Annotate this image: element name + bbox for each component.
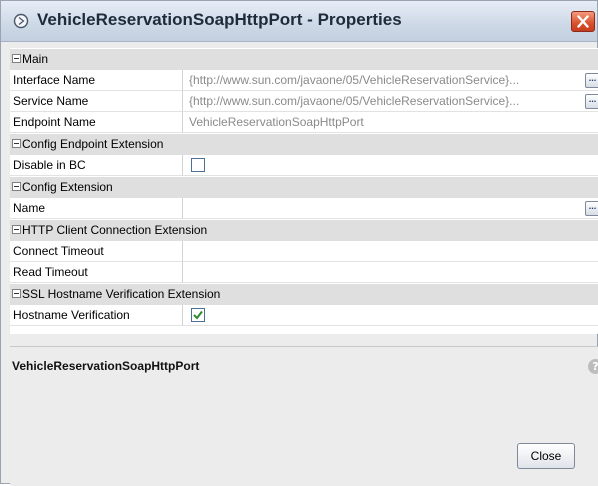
- ellipsis-button[interactable]: ...: [585, 73, 598, 88]
- category-http-client-connection-extension[interactable]: HTTP Client Connection Extension: [10, 220, 598, 241]
- help-glyph: ?: [588, 360, 598, 373]
- property-value: [183, 305, 598, 326]
- properties-dialog: VehicleReservationSoapHttpPort - Propert…: [0, 0, 598, 486]
- property-row-hostname-verification[interactable]: Hostname Verification: [10, 305, 598, 326]
- property-row-disable-in-bc[interactable]: Disable in BC: [10, 155, 598, 176]
- category-label: Config Extension: [22, 180, 113, 194]
- hostname-verification-checkbox[interactable]: [191, 308, 205, 322]
- category-label: HTTP Client Connection Extension: [22, 223, 208, 237]
- collapse-icon[interactable]: [12, 225, 21, 234]
- property-value[interactable]: VehicleReservationSoapHttpPort: [183, 112, 598, 133]
- title-bar[interactable]: VehicleReservationSoapHttpPort - Propert…: [1, 1, 597, 42]
- category-label: SSL Hostname Verification Extension: [22, 287, 221, 301]
- collapse-icon[interactable]: [12, 289, 21, 298]
- property-name: Hostname Verification: [10, 305, 183, 326]
- property-row-name[interactable]: Name ...: [10, 198, 598, 219]
- property-row-interface-name[interactable]: Interface Name {http://www.sun.com/javao…: [10, 70, 598, 91]
- property-row-read-timeout[interactable]: Read Timeout: [10, 262, 598, 283]
- close-button[interactable]: Close: [517, 443, 575, 469]
- category-config-endpoint-extension[interactable]: Config Endpoint Extension: [10, 134, 598, 155]
- property-value[interactable]: {http://www.sun.com/javaone/05/VehicleRe…: [183, 70, 598, 91]
- close-icon: [577, 15, 589, 28]
- property-row-service-name[interactable]: Service Name {http://www.sun.com/javaone…: [10, 91, 598, 112]
- property-row-endpoint-name[interactable]: Endpoint Name VehicleReservationSoapHttp…: [10, 112, 598, 133]
- property-value[interactable]: {http://www.sun.com/javaone/05/VehicleRe…: [183, 91, 598, 112]
- property-value[interactable]: [183, 262, 598, 283]
- property-value[interactable]: [183, 198, 598, 219]
- property-name: Interface Name: [10, 70, 183, 91]
- disable-in-bc-checkbox[interactable]: [191, 158, 205, 172]
- collapse-icon[interactable]: [12, 182, 21, 191]
- category-config-extension[interactable]: Config Extension: [10, 177, 598, 198]
- description-title: VehicleReservationSoapHttpPort: [12, 359, 200, 373]
- category-label: Main: [22, 52, 49, 66]
- property-name: Connect Timeout: [10, 241, 183, 262]
- description-panel: VehicleReservationSoapHttpPort ?: [10, 346, 598, 486]
- checkmark-icon: [193, 310, 203, 320]
- collapse-icon[interactable]: [12, 54, 21, 63]
- property-sheet: Main Interface Name {http://www.sun.com/…: [10, 48, 598, 334]
- property-name: Endpoint Name: [10, 112, 183, 133]
- collapse-icon[interactable]: [12, 139, 21, 148]
- property-value: [183, 155, 598, 176]
- property-name: Service Name: [10, 91, 183, 112]
- property-value[interactable]: [183, 241, 598, 262]
- property-name: Disable in BC: [10, 155, 183, 176]
- ellipsis-button[interactable]: ...: [585, 94, 598, 109]
- window-close-button[interactable]: [571, 11, 595, 32]
- category-label: Config Endpoint Extension: [22, 137, 164, 151]
- property-name: Name: [10, 198, 183, 219]
- ellipsis-button[interactable]: ...: [585, 201, 598, 216]
- window-title: VehicleReservationSoapHttpPort - Propert…: [37, 10, 402, 29]
- property-name: Read Timeout: [10, 262, 183, 283]
- category-ssl-hostname-verification-extension[interactable]: SSL Hostname Verification Extension: [10, 284, 598, 305]
- property-row-connect-timeout[interactable]: Connect Timeout: [10, 241, 598, 262]
- help-icon[interactable]: ?: [588, 359, 598, 374]
- node-icon: [13, 13, 29, 29]
- category-main[interactable]: Main: [10, 49, 598, 70]
